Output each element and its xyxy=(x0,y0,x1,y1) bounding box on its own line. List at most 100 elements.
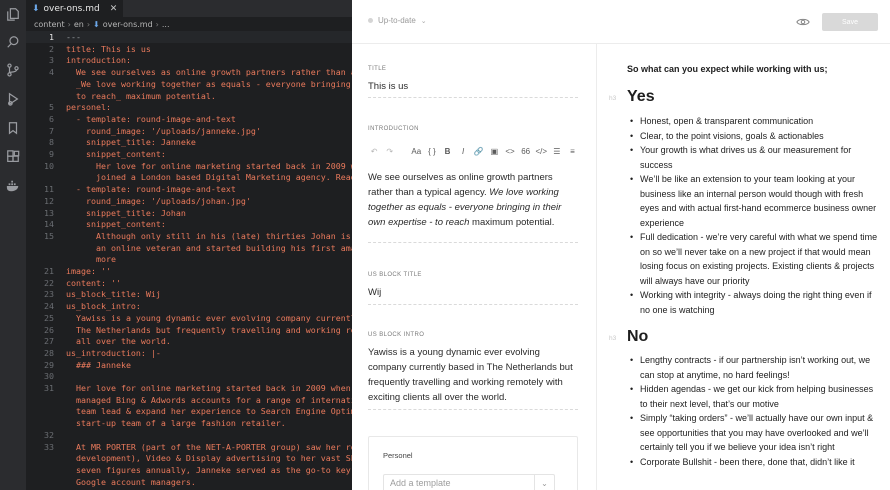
title-field[interactable]: This is us xyxy=(368,79,578,94)
close-icon[interactable]: ✕ xyxy=(110,4,118,14)
redo-icon[interactable]: ↷ xyxy=(384,144,396,158)
code-line: 12 round_image: '/uploads/johan.jpg' xyxy=(26,195,352,207)
italic-icon[interactable]: I xyxy=(457,144,469,158)
preview-eye-icon[interactable] xyxy=(796,15,810,29)
numbered-list-icon[interactable]: ≡ xyxy=(566,144,578,158)
line-number xyxy=(26,253,54,265)
code-line: 11 - template: round-image-and-text xyxy=(26,183,352,195)
line-number xyxy=(26,394,54,406)
code-line: 25 Yawiss is a young dynamic ever evolvi… xyxy=(26,312,352,324)
code-line: 31 Her love for online marketing started… xyxy=(26,382,352,394)
us-block-title-label: US BLOCK TITLE xyxy=(368,272,422,278)
extensions-icon[interactable] xyxy=(5,149,21,165)
line-number xyxy=(26,171,54,183)
line-text: round_image: '/uploads/janneke.jpg' xyxy=(66,125,261,136)
link-icon[interactable]: 🔗 xyxy=(473,144,485,158)
line-number: 25 xyxy=(44,312,54,323)
line-text: us_introduction: |- xyxy=(66,347,161,358)
breadcrumb-lang[interactable]: en xyxy=(74,20,84,29)
status-dropdown[interactable]: Up-to-date ⌄ xyxy=(368,16,427,25)
bookmarks-icon[interactable] xyxy=(5,120,21,136)
code-line: 2 title: This is us xyxy=(26,43,352,55)
code-line: 7 round_image: '/uploads/janneke.jpg' xyxy=(26,125,352,137)
line-text: to reach_ maximum potential. xyxy=(66,90,216,101)
breadcrumb-root[interactable]: content xyxy=(34,20,65,29)
line-text: - template: round-image-and-text xyxy=(66,113,236,124)
code-line: 1 --- xyxy=(26,31,352,43)
intro-text-end: maximum potential. xyxy=(472,217,555,228)
introduction-editor[interactable]: We see ourselves as online growth partne… xyxy=(368,170,578,230)
line-text: image: '' xyxy=(66,266,111,276)
cms-topbar: Up-to-date ⌄ Save xyxy=(352,0,890,44)
text-style-icon[interactable]: Aa xyxy=(410,144,422,158)
introduction-label: INTRODUCTION xyxy=(368,126,419,132)
line-number xyxy=(26,452,54,464)
code-line: more xyxy=(26,253,352,265)
code-line: 21 image: '' xyxy=(26,265,352,277)
line-text: development), Video & Display advertisin… xyxy=(66,453,352,464)
line-text: joined a London based Digital Marketing … xyxy=(66,172,352,183)
preview-yes-heading: Yes xyxy=(627,88,655,105)
undo-icon[interactable]: ↶ xyxy=(368,144,380,158)
line-number: 3 xyxy=(49,55,54,66)
search-icon[interactable] xyxy=(5,34,21,50)
code-line: 4 We see ourselves as online growth part… xyxy=(26,66,352,78)
line-number: 1 xyxy=(49,32,54,42)
editor-tab-bar: ⬇ over-ons.md ✕ xyxy=(26,0,352,17)
markdown-file-icon: ⬇ xyxy=(93,19,100,29)
line-text: The Netherlands but frequently travellin… xyxy=(66,324,352,335)
bold-icon[interactable]: B xyxy=(441,144,453,158)
docker-icon[interactable] xyxy=(5,178,21,194)
line-number: 9 xyxy=(49,149,54,159)
status-dot-icon xyxy=(368,18,373,23)
run-debug-icon[interactable] xyxy=(5,91,21,107)
source-control-icon[interactable] xyxy=(5,62,21,78)
list-item: Working with integrity - always doing th… xyxy=(627,288,879,317)
code-line: team lead & expand her experience to Sea… xyxy=(26,405,352,417)
breadcrumb-file[interactable]: over-ons.md xyxy=(103,20,153,29)
code-line: 10 Her love for online marketing started… xyxy=(26,160,352,172)
code-icon[interactable]: </> xyxy=(535,144,547,158)
activity-bar xyxy=(0,0,26,490)
line-text: all over the world. xyxy=(66,336,171,347)
heading-level-tag: h3 xyxy=(609,335,617,342)
list-item: Honest, open & transparent communication xyxy=(627,114,879,129)
chevron-right-icon: › xyxy=(155,19,159,29)
line-number: 30 xyxy=(44,371,54,382)
code-line: 32 xyxy=(26,429,352,441)
line-text: Google account managers. xyxy=(66,476,196,487)
line-text: more xyxy=(66,254,116,265)
line-text: ### Janneke xyxy=(66,359,131,370)
bulleted-list-icon[interactable]: ☰ xyxy=(551,144,563,158)
status-label: Up-to-date xyxy=(378,16,416,25)
line-number: 27 xyxy=(44,336,54,347)
no-list: Lengthy contracts - if our partnership i… xyxy=(627,353,879,469)
chevron-right-icon: › xyxy=(86,19,91,29)
us-block-title-field[interactable]: Wij xyxy=(368,285,578,300)
add-template-select[interactable]: Add a template ⌄ xyxy=(383,474,555,490)
save-button[interactable]: Save xyxy=(822,13,878,31)
line-text: us_block_intro: xyxy=(66,301,141,312)
editor-tab[interactable]: ⬇ over-ons.md ✕ xyxy=(26,0,124,17)
list-item: Simply “taking orders” - we’ll actually … xyxy=(627,411,879,455)
line-text: content: '' xyxy=(66,277,121,288)
quote-icon[interactable]: 66 xyxy=(520,144,532,158)
line-number: 22 xyxy=(44,277,54,288)
html-icon[interactable]: <> xyxy=(504,144,516,158)
code-line: start-up team of a large fashion retaile… xyxy=(26,417,352,429)
line-number: 11 xyxy=(44,184,54,195)
line-number: 33 xyxy=(44,441,54,452)
chevron-down-icon[interactable]: ⌄ xyxy=(534,475,554,490)
line-text: We see ourselves as online growth partne… xyxy=(66,67,352,78)
code-line: 27 all over the world. xyxy=(26,335,352,347)
breadcrumb-more[interactable]: ... xyxy=(162,20,170,29)
line-text: Although only still in his (late) thirti… xyxy=(66,230,352,241)
code-line: _We love working together as equals - ev… xyxy=(26,78,352,90)
image-icon[interactable]: ▣ xyxy=(488,144,500,158)
code-block-icon[interactable]: { } xyxy=(426,144,438,158)
explorer-icon[interactable] xyxy=(5,6,21,22)
us-block-intro-field[interactable]: Yawiss is a young dynamic ever evolving … xyxy=(368,345,578,405)
title-label: TITLE xyxy=(368,66,387,72)
yes-list: Honest, open & transparent communication… xyxy=(627,114,879,317)
line-text: At MR PORTER (part of the NET-A-PORTER g… xyxy=(66,441,352,452)
